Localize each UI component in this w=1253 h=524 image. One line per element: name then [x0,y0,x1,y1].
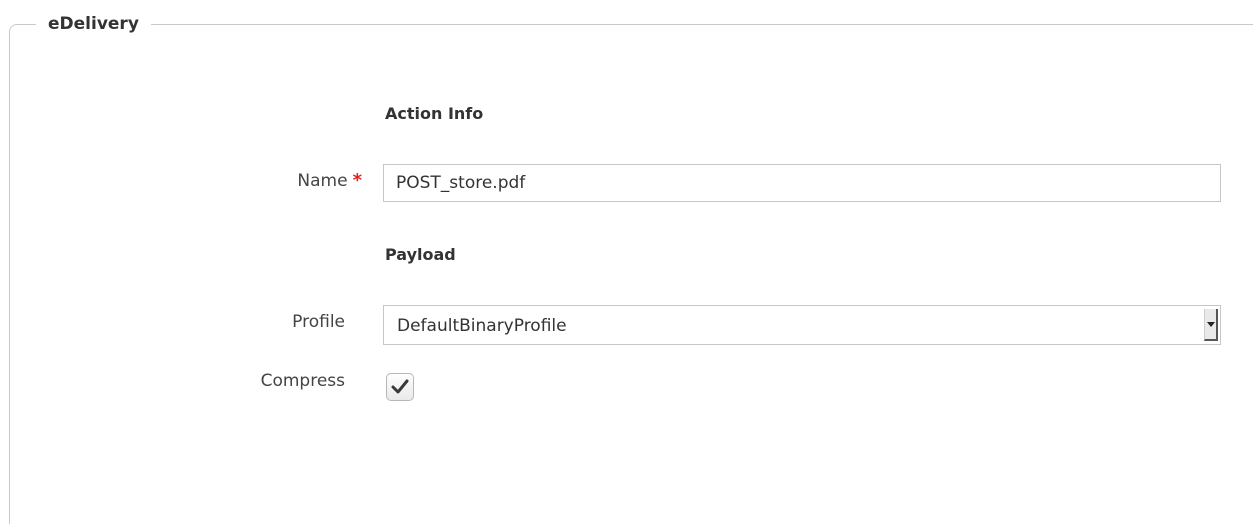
profile-select-value: DefaultBinaryProfile [397,316,567,336]
fieldset-legend: eDelivery [36,10,151,38]
profile-select[interactable]: DefaultBinaryProfile [383,305,1221,345]
edelivery-fieldset [9,24,1253,524]
profile-label: Profile [292,312,345,332]
check-icon [391,379,409,394]
name-label: Name [297,171,348,191]
required-asterisk: * [352,170,362,191]
name-label-row: Name * [230,170,362,191]
payload-title: Payload [385,245,456,264]
name-input[interactable] [383,164,1221,202]
dropdown-arrow-icon[interactable] [1204,309,1218,341]
action-info-title: Action Info [385,104,484,123]
compress-checkbox[interactable] [386,373,414,401]
compress-label: Compress [260,371,345,391]
